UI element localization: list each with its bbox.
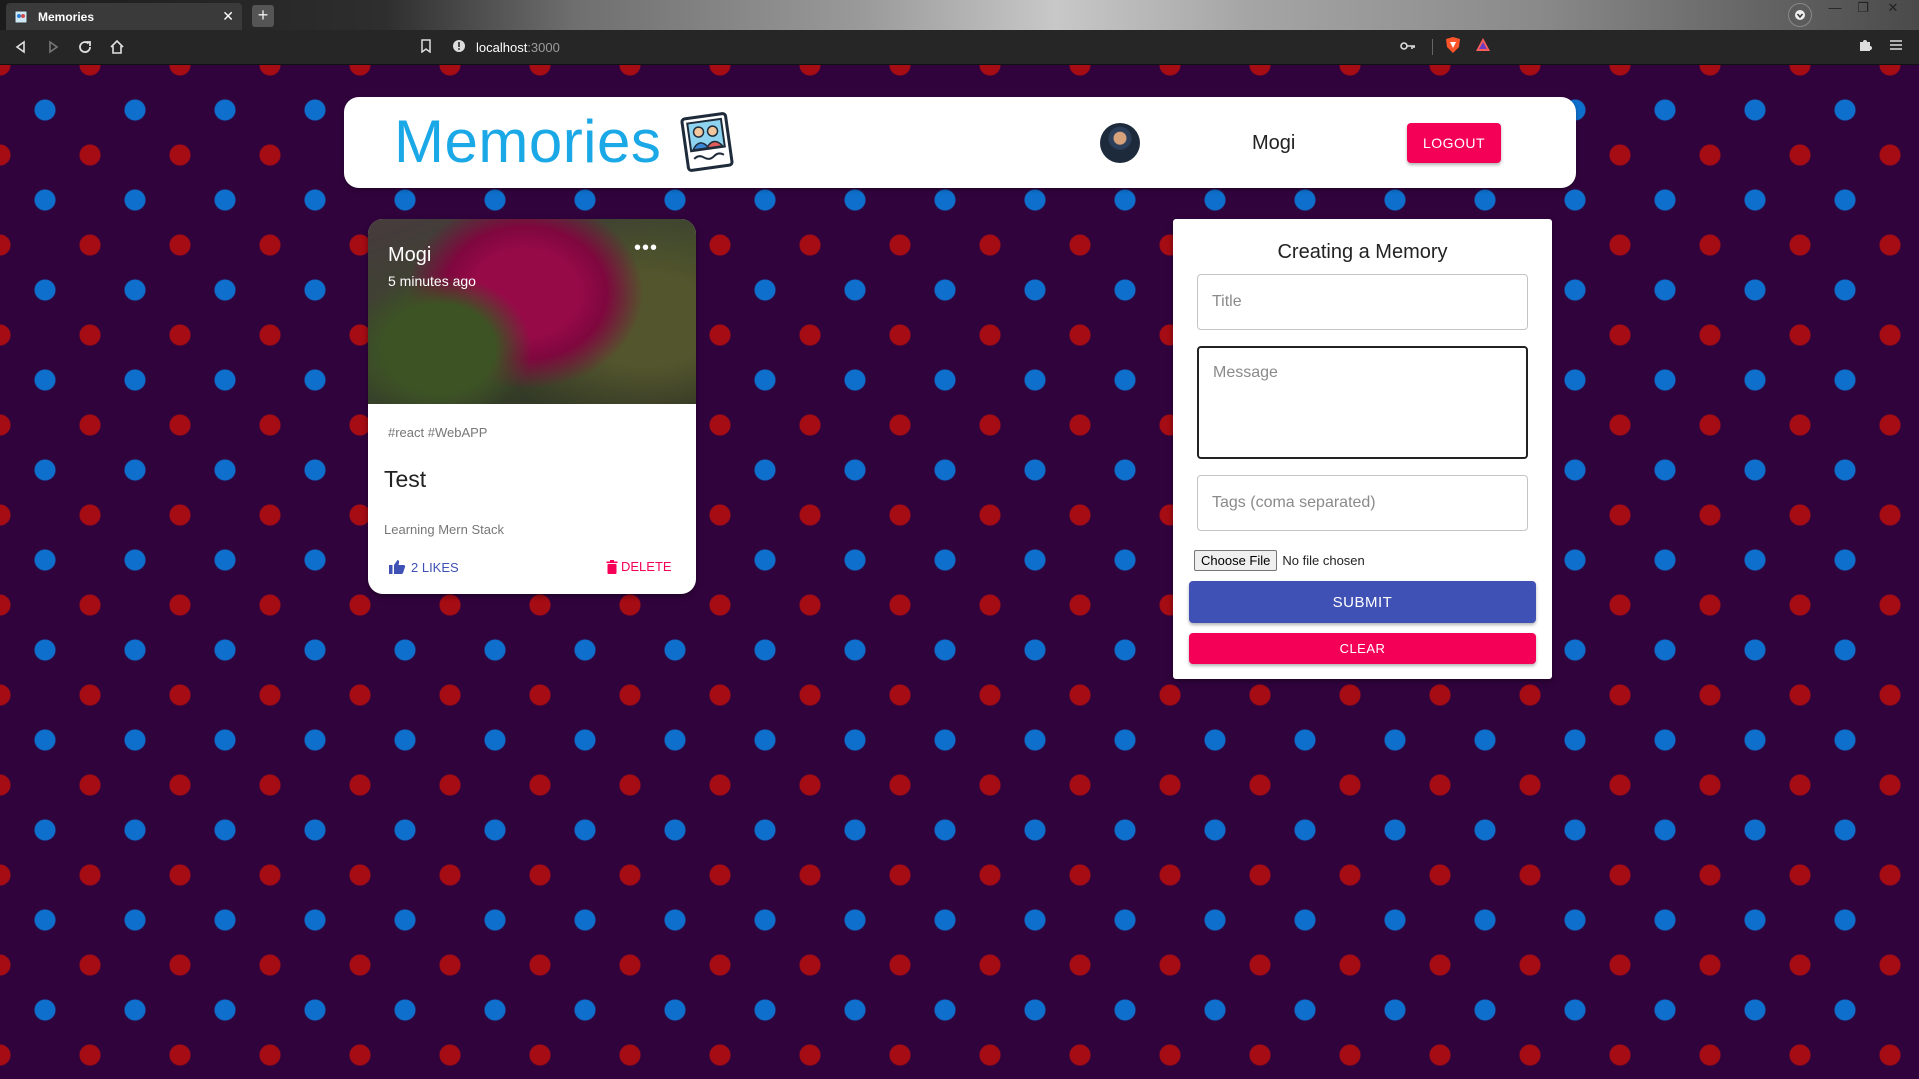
page-background: Memories Mogi LOGOUT Mogi 5 minutes ago … — [0, 65, 1919, 1079]
post-tags: #react #WebAPP — [388, 425, 488, 440]
choose-file-button[interactable]: Choose File — [1194, 550, 1278, 571]
site-info-icon[interactable] — [452, 39, 466, 56]
memories-favicon-icon — [14, 10, 28, 24]
key-icon[interactable] — [1400, 38, 1416, 56]
home-icon[interactable] — [107, 37, 127, 57]
username: Mogi — [1252, 132, 1296, 154]
delete-button[interactable]: DELETE — [606, 559, 672, 574]
browser-tab-strip: Memories ✕ + — ❐ ✕ — [0, 0, 1919, 30]
browser-toolbar: localhost:3000 — [0, 30, 1919, 65]
url-host: localhost — [476, 39, 528, 55]
delete-label: DELETE — [621, 559, 672, 574]
form-heading: Creating a Memory — [1277, 241, 1448, 263]
tab-close-icon[interactable]: ✕ — [222, 8, 234, 25]
extensions-icon[interactable] — [1857, 37, 1873, 58]
brand[interactable]: Memories — [394, 107, 735, 176]
reload-icon[interactable] — [75, 37, 95, 57]
tags-input[interactable] — [1197, 475, 1528, 531]
divider — [1432, 39, 1433, 55]
file-input: Choose File No file chosen — [1194, 550, 1365, 571]
memories-logo-icon — [680, 111, 734, 172]
likes-label: 2 LIKES — [411, 559, 459, 575]
like-button[interactable]: 2 LIKES — [388, 559, 459, 575]
menu-icon[interactable] — [1889, 38, 1903, 56]
logout-button[interactable]: LOGOUT — [1407, 123, 1501, 163]
url-port: :3000 — [527, 39, 560, 55]
new-tab-button[interactable]: + — [252, 5, 274, 27]
minimize-icon[interactable]: — — [1822, 0, 1848, 18]
post-card: Mogi 5 minutes ago ••• #react #WebAPP Te… — [368, 219, 696, 594]
tab-title: Memories — [38, 9, 95, 24]
post-timestamp: 5 minutes ago — [388, 273, 476, 289]
back-icon[interactable] — [11, 37, 31, 57]
more-horiz-icon[interactable]: ••• — [634, 237, 658, 260]
title-input[interactable] — [1197, 274, 1528, 330]
memory-form: Creating a Memory Choose File No file ch… — [1173, 219, 1552, 679]
message-input[interactable] — [1197, 346, 1528, 459]
thumb-up-icon — [389, 560, 406, 574]
address-bar[interactable]: localhost:3000 — [420, 34, 1500, 60]
post-message: Learning Mern Stack — [384, 522, 504, 537]
brand-title: Memories — [394, 108, 662, 175]
bookmark-icon[interactable] — [420, 38, 432, 56]
submit-button[interactable]: SUBMIT — [1189, 581, 1536, 623]
restore-icon[interactable]: ❐ — [1850, 0, 1876, 18]
app-bar: Memories Mogi LOGOUT — [344, 97, 1576, 188]
clear-button[interactable]: CLEAR — [1189, 633, 1536, 664]
file-status: No file chosen — [1282, 553, 1365, 568]
profile-icon[interactable] — [1788, 3, 1812, 27]
close-window-icon[interactable]: ✕ — [1880, 0, 1906, 18]
brave-shield-icon[interactable] — [1445, 36, 1461, 59]
post-title: Test — [384, 466, 427, 492]
brave-rewards-icon[interactable] — [1475, 37, 1491, 58]
browser-tab[interactable]: Memories ✕ — [6, 3, 242, 30]
forward-icon[interactable] — [43, 37, 63, 57]
delete-icon — [606, 559, 618, 574]
post-author: Mogi — [388, 244, 432, 266]
avatar — [1100, 123, 1140, 163]
